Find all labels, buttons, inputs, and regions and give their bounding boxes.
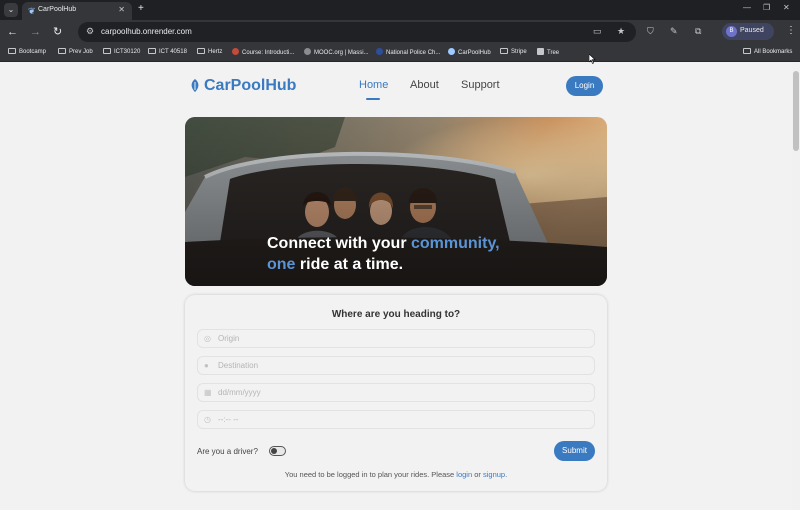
hero-banner: Connect with your community, one ride at… bbox=[185, 117, 607, 286]
browser-toolbar: ← → ↻ ⚙ carpoolhub.onrender.com ▭ ★ ⛉ ✎ … bbox=[0, 20, 800, 44]
page-viewport: CarPoolHub Home About Support Login Conn… bbox=[0, 63, 792, 510]
login-required-note: You need to be logged in to plan your ri… bbox=[284, 470, 508, 479]
destination-input[interactable]: ● Destination bbox=[197, 356, 595, 375]
hero-headline: Connect with your community, one ride at… bbox=[267, 235, 500, 273]
bookmark-mooc[interactable]: MOOC.org | Massi... bbox=[304, 48, 369, 56]
driver-toggle-label: Are you a driver? bbox=[197, 447, 258, 456]
bookmark-ict40518[interactable]: ICT 40518 bbox=[148, 48, 187, 55]
bookmark-bootcamp[interactable]: Bootcamp bbox=[8, 48, 46, 55]
pen-extension-icon[interactable]: ✎ bbox=[670, 26, 678, 37]
tab-title: CarPoolHub bbox=[38, 6, 77, 13]
mouse-cursor-icon bbox=[589, 54, 596, 64]
folder-icon bbox=[743, 48, 751, 54]
minimize-icon[interactable]: — bbox=[743, 3, 751, 12]
site-info-icon[interactable]: ⚙ bbox=[86, 26, 94, 37]
folder-icon bbox=[148, 48, 156, 54]
address-bar[interactable]: ⚙ carpoolhub.onrender.com ▭ ★ bbox=[78, 22, 636, 42]
bookmark-prev-job[interactable]: Prev Job bbox=[58, 48, 93, 55]
new-tab-icon[interactable]: + bbox=[138, 3, 144, 15]
url-text[interactable]: carpoolhub.onrender.com bbox=[101, 27, 192, 36]
clock-icon: ◷ bbox=[204, 415, 211, 424]
tab-search-icon[interactable]: ⌄ bbox=[4, 3, 18, 17]
carpool-favicon-icon bbox=[448, 48, 455, 55]
profile-status: Paused bbox=[740, 27, 764, 34]
all-bookmarks[interactable]: All Bookmarks bbox=[743, 48, 792, 55]
origin-input[interactable]: ◎ Origin bbox=[197, 329, 595, 348]
course-favicon-icon bbox=[232, 48, 239, 55]
carpool-favicon-icon: ❦ bbox=[28, 6, 36, 16]
time-input[interactable]: ◷ --:-- -- bbox=[197, 410, 595, 429]
nav-support[interactable]: Support bbox=[461, 79, 500, 91]
restore-icon[interactable]: ❐ bbox=[763, 3, 770, 12]
install-app-icon[interactable]: ▭ bbox=[593, 26, 602, 37]
folder-icon bbox=[103, 48, 111, 54]
extensions-puzzle-icon[interactable]: ⧉ bbox=[695, 26, 701, 37]
back-icon[interactable]: ← bbox=[7, 25, 18, 39]
driver-toggle[interactable] bbox=[269, 446, 286, 456]
bookmark-carpoolhub[interactable]: CarPoolHub bbox=[448, 48, 491, 56]
time-placeholder: --:-- -- bbox=[218, 415, 239, 424]
bookmark-tree[interactable]: Tree bbox=[537, 48, 559, 56]
avatar: B bbox=[726, 26, 737, 37]
bookmark-star-icon[interactable]: ★ bbox=[617, 26, 625, 37]
leaf-logo-icon bbox=[191, 79, 199, 92]
browser-menu-icon[interactable]: ⋮ bbox=[786, 25, 796, 36]
date-input[interactable]: ▦ dd/mm/yyyy bbox=[197, 383, 595, 402]
nav-about[interactable]: About bbox=[410, 79, 439, 91]
bookmark-national-police[interactable]: National Police Ch... bbox=[376, 48, 440, 56]
calendar-icon: ▦ bbox=[204, 388, 212, 397]
tree-favicon-icon bbox=[537, 48, 544, 55]
login-link[interactable]: login bbox=[456, 470, 472, 479]
page-scrollbar[interactable] bbox=[792, 63, 800, 510]
destination-placeholder: Destination bbox=[218, 361, 259, 370]
window-close-icon[interactable]: ✕ bbox=[783, 3, 790, 12]
forward-icon[interactable]: → bbox=[30, 25, 41, 39]
bookmarks-bar: Bootcamp Prev Job ICT30120 ICT 40518 Her… bbox=[0, 44, 800, 62]
shield-extension-icon[interactable]: ⛉ bbox=[647, 26, 654, 37]
profile-button[interactable]: B Paused bbox=[722, 23, 774, 40]
ride-planner-card: Where are you heading to? ◎ Origin ● Des… bbox=[185, 295, 607, 491]
signup-link[interactable]: signup bbox=[483, 470, 505, 479]
folder-icon bbox=[8, 48, 16, 54]
brand-name: CarPoolHub bbox=[204, 77, 297, 94]
folder-icon bbox=[197, 48, 205, 54]
bookmark-stripe[interactable]: Stripe bbox=[500, 48, 527, 55]
tab-close-icon[interactable]: ✕ bbox=[118, 5, 125, 14]
map-pin-icon: ● bbox=[204, 361, 209, 370]
bookmark-course[interactable]: Course: Introducti... bbox=[232, 48, 294, 56]
scrollbar-thumb[interactable] bbox=[793, 71, 799, 151]
active-nav-indicator bbox=[366, 98, 380, 100]
globe-icon: ◎ bbox=[204, 334, 211, 343]
folder-icon bbox=[58, 48, 66, 54]
submit-button[interactable]: Submit bbox=[554, 441, 595, 461]
login-button[interactable]: Login bbox=[566, 76, 603, 96]
browser-tab[interactable]: ❦ CarPoolHub ✕ bbox=[22, 2, 132, 20]
origin-placeholder: Origin bbox=[218, 334, 240, 343]
nav-home[interactable]: Home bbox=[359, 79, 388, 91]
planner-title: Where are you heading to? bbox=[331, 309, 461, 320]
bookmark-ict30120[interactable]: ICT30120 bbox=[103, 48, 140, 55]
folder-icon bbox=[500, 48, 508, 54]
mooc-favicon-icon bbox=[304, 48, 311, 55]
reload-icon[interactable]: ↻ bbox=[53, 25, 62, 39]
police-favicon-icon bbox=[376, 48, 383, 55]
browser-tabstrip: ⌄ ❦ CarPoolHub ✕ + — ❐ ✕ bbox=[0, 0, 800, 20]
toggle-knob bbox=[271, 448, 277, 454]
date-placeholder: dd/mm/yyyy bbox=[218, 388, 261, 397]
bookmark-hertz[interactable]: Hertz bbox=[197, 48, 222, 55]
